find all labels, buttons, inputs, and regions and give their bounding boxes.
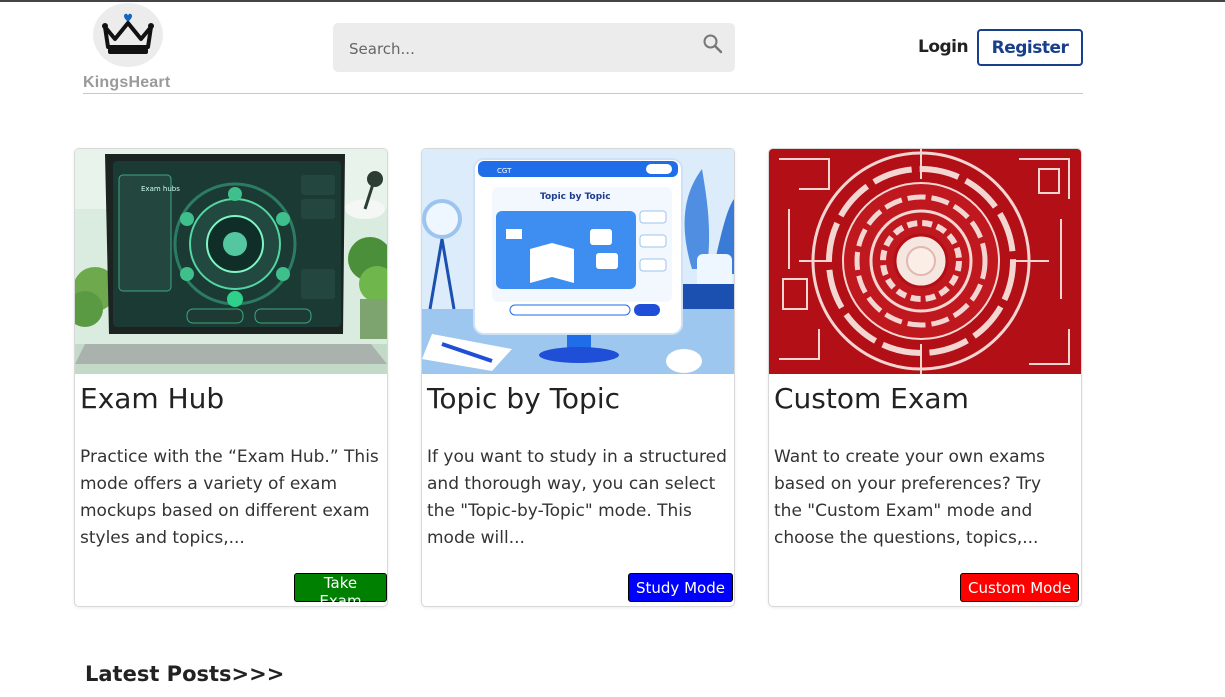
top-border (0, 0, 1225, 2)
card-description: If you want to study in a structured and… (427, 447, 727, 548)
custom-mode-button[interactable]: Custom Mode (960, 573, 1080, 602)
login-button[interactable]: Login (913, 34, 973, 60)
card-title: Custom Exam (774, 382, 969, 415)
brand-name[interactable]: KingsHeart (83, 74, 170, 92)
monitor-tab-text: CGT (497, 167, 512, 175)
card-custom-exam: Custom Exam Want to create your own exam… (768, 148, 1082, 607)
study-mode-button[interactable]: Study Mode (628, 573, 733, 602)
card-title: Topic by Topic (427, 382, 620, 415)
card-description: Want to create your own exams based on y… (774, 447, 1045, 548)
card-description: Practice with the “Exam Hub.” This mode … (80, 447, 379, 548)
laptop-exam-hub-illustration[interactable]: Exam hubs (75, 149, 387, 374)
card-title: Exam Hub (80, 382, 225, 415)
search-input[interactable] (347, 23, 691, 74)
card-exam-hub: Exam hubs Exam Hub Practice with the “Ex… (74, 148, 388, 607)
latest-posts-heading: Latest Posts>>> (85, 662, 285, 686)
header-divider (83, 93, 1083, 94)
search-icon[interactable] (702, 33, 724, 55)
card-topic-by-topic: CGT Topic by Topic Topic by Topic If you… (421, 148, 735, 607)
laptop-title-text: Exam hubs (141, 185, 180, 193)
monitor-topic-by-topic-illustration[interactable]: CGT Topic by Topic (422, 149, 734, 374)
crown-heart-icon (102, 13, 154, 54)
red-circuit-illustration[interactable] (769, 149, 1081, 374)
search-bar (333, 23, 735, 74)
register-button[interactable]: Register (977, 29, 1083, 66)
logo[interactable] (93, 3, 163, 67)
monitor-title-text: Topic by Topic (540, 192, 611, 202)
take-exam-button[interactable]: Take Exam (294, 573, 387, 606)
